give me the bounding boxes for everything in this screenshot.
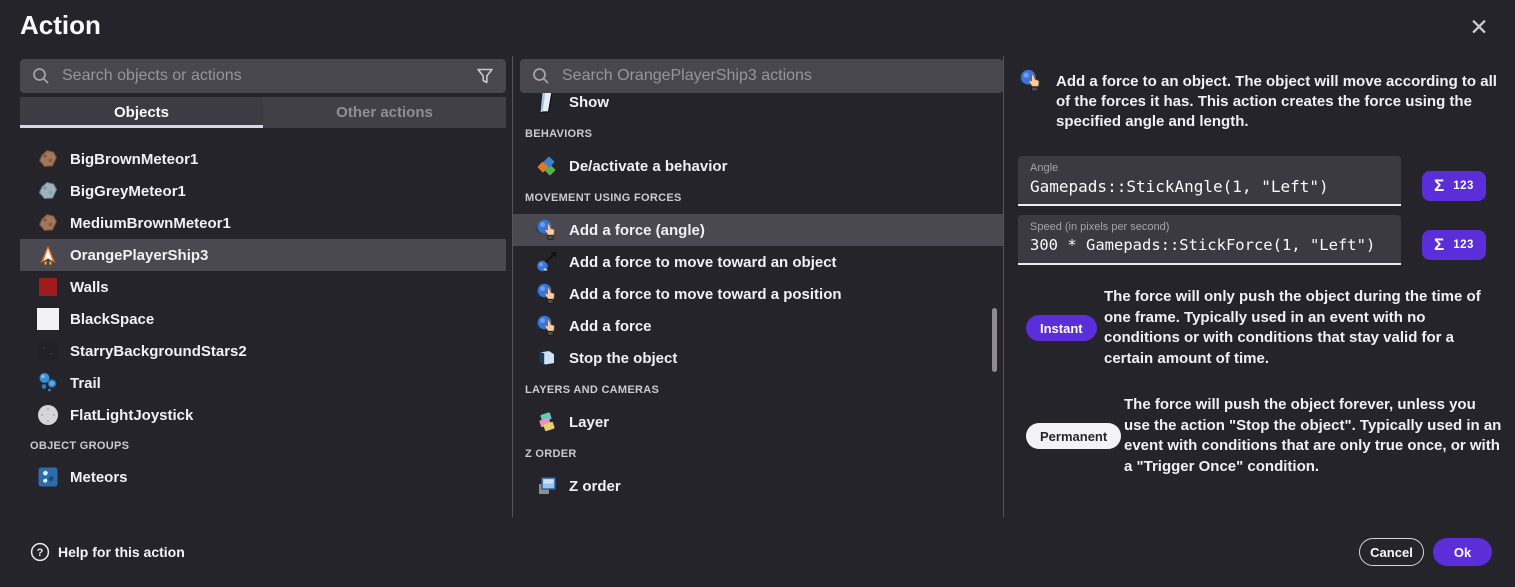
actions-search-input[interactable]	[562, 67, 991, 85]
zorder-section-header: Z ORDER	[513, 438, 1003, 470]
action-row-add-force-angle[interactable]: Add a force (angle)	[513, 214, 1003, 246]
speed-field-label: Speed (in pixels per second)	[1030, 221, 1389, 233]
object-row-starrybackgroundstars2[interactable]: StarryBackgroundStars2	[20, 335, 506, 367]
object-row-biggreymeteor1[interactable]: BigGreyMeteor1	[20, 175, 506, 207]
object-list: BigBrownMeteor1 BigGreyMeteor1 MediumBro…	[20, 143, 506, 493]
layer-icon	[535, 410, 559, 434]
object-row-bigbrownmeteor1[interactable]: BigBrownMeteor1	[20, 143, 506, 175]
angle-field-label: Angle	[1030, 162, 1389, 174]
action-dialog: Action ✕ Objects Other actions BigBrownM…	[0, 0, 1515, 587]
action-row-zorder[interactable]: Z order	[513, 470, 1003, 502]
meteor-brown-icon	[36, 211, 60, 235]
force-icon	[535, 218, 559, 242]
white-square-icon	[36, 307, 60, 331]
object-row-trail[interactable]: Trail	[20, 367, 506, 399]
force-icon	[535, 314, 559, 338]
movement-section-header: MOVEMENT USING FORCES	[513, 182, 1003, 214]
sigma-icon: Σ	[1434, 176, 1444, 196]
force-icon	[1018, 68, 1044, 94]
action-row-layer[interactable]: Layer	[513, 406, 1003, 438]
angle-field[interactable]: Angle Gamepads::StickAngle(1, "Left")	[1018, 156, 1401, 206]
object-row-flatlightjoystick[interactable]: FlatLightJoystick	[20, 399, 506, 431]
action-row-force-toward-object[interactable]: Add a force to move toward an object	[513, 246, 1003, 278]
search-icon	[532, 67, 550, 85]
ship-icon	[36, 243, 60, 267]
angle-field-value[interactable]: Gamepads::StickAngle(1, "Left")	[1030, 177, 1389, 196]
meteor-brown-icon	[36, 147, 60, 171]
permanent-button[interactable]: Permanent	[1026, 423, 1121, 449]
trail-particles-icon	[36, 371, 60, 395]
cancel-button[interactable]: Cancel	[1359, 538, 1424, 566]
actions-search-bar	[520, 59, 1003, 93]
objects-search-bar	[20, 59, 506, 93]
close-icon[interactable]: ✕	[1462, 10, 1496, 44]
help-icon[interactable]: ?	[30, 542, 50, 562]
numbers-icon: 123	[1453, 180, 1474, 192]
stop-object-icon	[535, 346, 559, 370]
tab-objects[interactable]: Objects	[20, 97, 263, 128]
red-square-icon	[36, 275, 60, 299]
speed-expression-button[interactable]: Σ 123	[1422, 230, 1486, 260]
scrollbar-thumb[interactable]	[992, 308, 997, 372]
starry-background-icon	[36, 339, 60, 363]
actions-panel: Show BEHAVIORS De/activate a behavior MO…	[512, 56, 1004, 517]
action-row-stop-object[interactable]: Stop the object	[513, 342, 1003, 374]
angle-expression-button[interactable]: Σ 123	[1422, 171, 1486, 201]
objects-search-input[interactable]	[62, 67, 476, 85]
joystick-icon	[36, 403, 60, 427]
instant-description: The force will only push the object duri…	[1104, 287, 1504, 369]
meteor-grey-icon	[36, 179, 60, 203]
object-row-mediumbrownmeteor1[interactable]: MediumBrownMeteor1	[20, 207, 506, 239]
object-row-meteors-group[interactable]: Meteors	[20, 461, 506, 493]
numbers-icon: 123	[1453, 239, 1474, 251]
layers-section-header: LAYERS AND CAMERAS	[513, 374, 1003, 406]
instant-button[interactable]: Instant	[1026, 315, 1097, 341]
left-tabs: Objects Other actions	[20, 97, 506, 128]
object-group-icon	[36, 465, 60, 489]
svg-text:?: ?	[37, 547, 44, 559]
permanent-description: The force will push the object forever, …	[1124, 395, 1502, 477]
object-groups-header: OBJECT GROUPS	[20, 431, 506, 461]
action-row-deactivate-behavior[interactable]: De/activate a behavior	[513, 150, 1003, 182]
help-link[interactable]: Help for this action	[58, 544, 185, 560]
action-description: Add a force to an object. The object wil…	[1056, 72, 1508, 132]
show-icon	[535, 90, 559, 114]
dialog-title: Action	[20, 10, 101, 41]
object-row-blackspace[interactable]: BlackSpace	[20, 303, 506, 335]
object-row-walls[interactable]: Walls	[20, 271, 506, 303]
z-order-icon	[535, 474, 559, 498]
action-list: Show BEHAVIORS De/activate a behavior MO…	[513, 86, 1003, 502]
sigma-icon: Σ	[1434, 235, 1444, 255]
ok-button[interactable]: Ok	[1433, 538, 1492, 566]
tab-other-actions[interactable]: Other actions	[263, 97, 506, 128]
object-row-orangeplayership3[interactable]: OrangePlayerShip3	[20, 239, 506, 271]
force-icon	[535, 282, 559, 306]
speed-field-value[interactable]: 300 * Gamepads::StickForce(1, "Left")	[1030, 236, 1389, 254]
force-toward-object-icon	[535, 250, 559, 274]
search-icon	[32, 67, 50, 85]
action-row-force-toward-position[interactable]: Add a force to move toward a position	[513, 278, 1003, 310]
behaviors-section-header: BEHAVIORS	[513, 118, 1003, 150]
action-row-add-force[interactable]: Add a force	[513, 310, 1003, 342]
speed-field[interactable]: Speed (in pixels per second) 300 * Gamep…	[1018, 215, 1401, 265]
filter-icon[interactable]	[476, 67, 494, 85]
behavior-icon	[535, 154, 559, 178]
